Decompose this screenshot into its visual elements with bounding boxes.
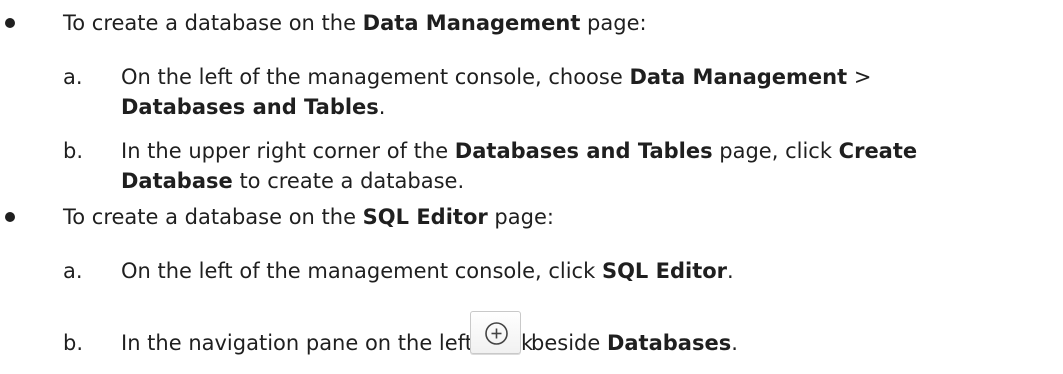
section-intro: To create a database on the SQL Editor p… — [63, 205, 554, 229]
document-body: To create a database on the Data Managem… — [0, 0, 1063, 374]
step-marker: a. — [63, 259, 83, 283]
step-text-continued: Database to create a database. — [121, 169, 465, 193]
step-marker: b. — [63, 331, 84, 355]
step-text-continued: beside Databases. — [531, 331, 738, 355]
add-circle-icon — [485, 322, 508, 345]
section-intro: To create a database on the Data Managem… — [63, 11, 647, 35]
step-text-continued: Databases and Tables. — [121, 95, 386, 119]
step-text: In the upper right corner of the Databas… — [121, 139, 918, 163]
step-marker: a. — [63, 65, 83, 89]
bullet-icon — [5, 212, 15, 222]
step-text: On the left of the management console, c… — [121, 65, 872, 89]
step-marker: b. — [63, 139, 84, 163]
bullet-icon — [5, 18, 15, 28]
add-database-button[interactable] — [470, 311, 521, 354]
step-text: On the left of the management console, c… — [121, 259, 734, 283]
